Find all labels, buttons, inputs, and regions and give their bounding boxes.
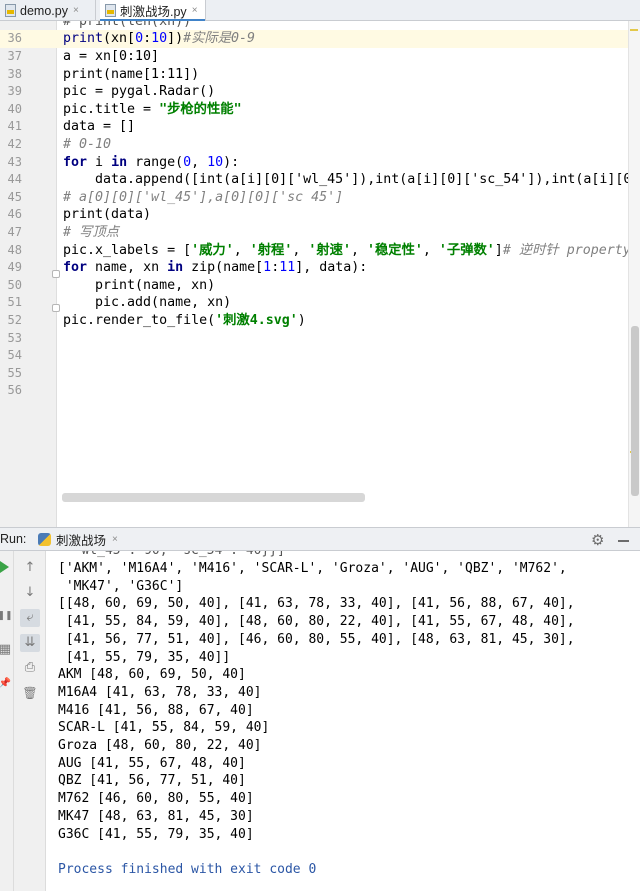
console-line: [[48, 60, 69, 50, 40], [41, 63, 78, 33, … <box>58 596 575 612</box>
scrollbar-marker[interactable] <box>630 29 638 31</box>
run-tab-label: 刺激战场 <box>56 534 107 548</box>
rerun-icon[interactable] <box>0 561 9 573</box>
gear-icon[interactable]: ⚙ <box>591 531 604 549</box>
code-line-51: pic.add(name, xn) <box>63 295 232 311</box>
python-file-icon <box>105 4 116 17</box>
line-number: 50 <box>7 277 22 292</box>
line-number: 47 <box>7 225 22 239</box>
tab-label: demo.py <box>20 3 68 18</box>
console-line: M762 [46, 60, 80, 55, 40] <box>58 791 254 807</box>
console-line: M16A4 [41, 63, 78, 33, 40] <box>58 684 262 700</box>
code-line-39: pic = pygal.Radar() <box>63 84 216 100</box>
line-number: 36 <box>7 31 22 46</box>
tab-ciji-zhanchang-py[interactable]: 刺激战场.py × <box>100 0 206 22</box>
code-line-42: # 0-10 <box>63 137 112 152</box>
run-toolbar-left: ❚❚ ▦ 📌 <box>0 551 14 891</box>
python-file-icon <box>5 4 16 17</box>
console-line: ['AKM', 'M16A4', 'M416', 'SCAR-L', 'Groz… <box>58 561 567 576</box>
line-number: 52 <box>7 313 22 327</box>
soft-wrap-icon[interactable]: ⤶ <box>20 609 40 627</box>
code-line-38: print(name[1:11]) <box>63 66 200 82</box>
line-number: 44 <box>7 172 22 187</box>
console-line: AKM [48, 60, 69, 50, 40] <box>58 667 246 683</box>
line-number: 39 <box>7 84 22 99</box>
tab-demo-py[interactable]: demo.py × <box>0 0 96 21</box>
console-line: MK47 [48, 63, 81, 45, 30] <box>58 808 254 824</box>
console-line: [41, 55, 84, 59, 40], [48, 60, 80, 22, 4… <box>58 614 575 630</box>
code-line-52: pic.render_to_file('刺激4.svg') <box>63 313 306 328</box>
process-exit-message: Process finished with exit code 0 <box>58 861 317 877</box>
code-line-partial: # print(len(xn)) <box>63 21 192 29</box>
line-number: 51 <box>7 295 22 310</box>
line-number: 54 <box>7 348 22 363</box>
line-number: 41 <box>7 119 22 134</box>
run-tab[interactable]: 刺激战场 × <box>38 528 118 551</box>
code-line-41: data = [] <box>63 119 136 135</box>
code-line-40: pic.title = "步枪的性能" <box>63 101 242 117</box>
console-line: Groza [48, 60, 80, 22, 40] <box>58 738 262 753</box>
close-run-tab-icon[interactable]: × <box>112 534 118 545</box>
console-line: [41, 56, 77, 51, 40], [46, 60, 80, 55, 4… <box>58 631 575 647</box>
line-number: 53 <box>7 330 22 345</box>
console-line: 'MK47', 'G36C'] <box>58 578 184 594</box>
line-number: 37 <box>7 49 22 63</box>
editor-vertical-scroll-thumb[interactable] <box>631 326 639 496</box>
code-editor[interactable]: # print(len(xn)) 36 37 38 39 40 41 42 43… <box>0 21 640 527</box>
code-line-46: print(data) <box>63 207 152 223</box>
console-line: M416 [41, 56, 88, 67, 40] <box>58 702 254 718</box>
code-line-36: print(xn[0:10])#实际是0-9 <box>63 31 256 47</box>
fold-marker-icon[interactable] <box>52 304 60 312</box>
editor-horizontal-scroll-thumb[interactable] <box>62 493 365 502</box>
line-number: 48 <box>7 242 22 257</box>
code-line-37: a = xn[0:10] <box>63 49 160 64</box>
code-line-43: for i in range(0, 10): <box>63 154 240 170</box>
line-number: 43 <box>7 154 22 169</box>
run-console[interactable]: ❚❚ ▦ 📌 ↑ ↓ ⤶ ⇊ ⎙ 🗑 'wl_45': 90, 'sc_54':… <box>0 551 640 891</box>
code-line-45: # a[0][0]['wl_45'],a[0][0]['sc 45'] <box>63 189 344 205</box>
up-arrow-icon[interactable]: ↑ <box>20 559 40 577</box>
code-line-49: for name, xn in zip(name[1:11], data): <box>63 260 368 276</box>
line-number: 42 <box>7 137 22 151</box>
scroll-to-end-icon[interactable]: ⇊ <box>20 634 40 652</box>
run-label: Run: <box>0 532 27 546</box>
fold-marker-icon[interactable] <box>52 270 60 278</box>
line-number: 56 <box>7 383 22 398</box>
console-line: 'wl_45': 90, 'sc_54': 40}}] <box>58 551 285 560</box>
code-line-50: print(name, xn) <box>63 277 216 293</box>
layout-icon[interactable]: ▦ <box>0 641 13 659</box>
close-tab-icon[interactable]: × <box>73 5 79 16</box>
close-tab-icon[interactable]: × <box>192 5 198 16</box>
line-number: 46 <box>7 207 22 222</box>
print-icon[interactable]: ⎙ <box>20 659 40 677</box>
code-line-44: data.append([int(a[i][0]['wl_45']),int(a… <box>63 172 640 188</box>
console-line: AUG [41, 55, 67, 48, 40] <box>58 755 246 771</box>
console-line: QBZ [41, 56, 77, 51, 40] <box>58 773 246 789</box>
down-arrow-icon[interactable]: ↓ <box>20 584 40 602</box>
code-line-48: pic.x_labels = ['威力', '射程', '射速', '稳定性',… <box>63 242 631 258</box>
trash-icon[interactable]: 🗑 <box>20 684 40 702</box>
console-line: G36C [41, 55, 79, 35, 40] <box>58 826 254 842</box>
code-line-47: # 写顶点 <box>63 225 119 240</box>
python-icon <box>38 533 51 546</box>
pin-icon[interactable]: 📌 <box>0 675 13 693</box>
pause-icon[interactable]: ❚❚ <box>0 607 13 625</box>
line-number: 49 <box>7 260 22 275</box>
line-number: 55 <box>7 365 22 380</box>
run-panel-header: Run: 刺激战场 × ⚙ <box>0 527 640 551</box>
tab-label: 刺激战场.py <box>120 5 187 19</box>
line-number: 45 <box>7 189 22 204</box>
line-number: 38 <box>7 66 22 81</box>
run-toolbar-right: ↑ ↓ ⤶ ⇊ ⎙ 🗑 <box>14 551 46 891</box>
console-line: SCAR-L [41, 55, 84, 59, 40] <box>58 720 270 736</box>
line-number: 40 <box>7 101 22 116</box>
minimize-icon[interactable] <box>618 540 629 542</box>
console-line: [41, 55, 79, 35, 40]] <box>58 649 231 665</box>
editor-tab-bar: demo.py × 刺激战场.py × <box>0 0 640 22</box>
